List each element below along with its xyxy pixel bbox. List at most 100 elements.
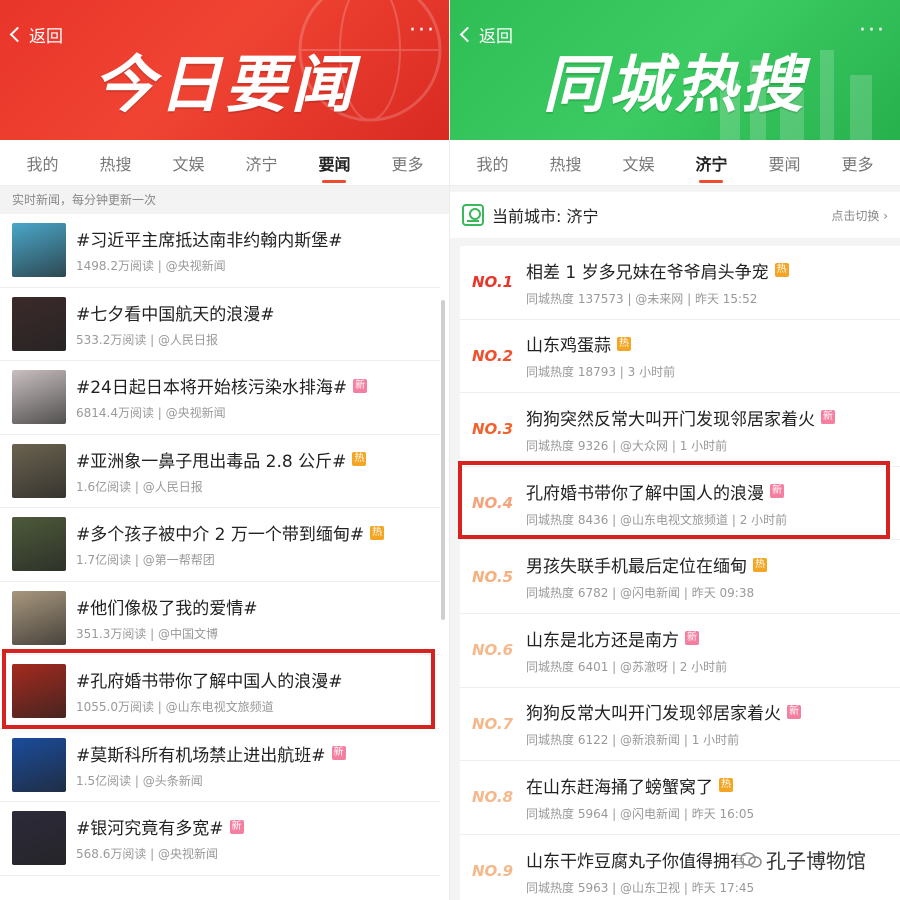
news-title-text: #多个孩子被中介 2 万一个带到缅甸# — [76, 525, 365, 546]
news-text: #24日起日本将开始核污染水排海# 新 6814.4万阅读 | @央视新闻 — [76, 373, 440, 421]
news-text: #莫斯科所有机场禁止进出航班# 新 1.5亿阅读 | @头条新闻 — [76, 741, 440, 789]
rank-label: NO.4 — [472, 494, 514, 513]
rank-label: NO.7 — [472, 714, 514, 733]
left-panel: 返回 ··· 今日要闻 我的 热搜 文娱 济宁 要闻 更多 实时新闻，每分钟更新一次 #习… — [0, 0, 450, 900]
news-row[interactable]: #24日起日本将开始核污染水排海# 新 6814.4万阅读 | @央视新闻 — [0, 361, 440, 435]
news-thumbnail — [12, 590, 66, 645]
hot-meta: 同城热度 18793 | 3 小时前 — [526, 365, 676, 380]
hot-title-text: 男孩失联手机最后定位在缅甸 — [526, 557, 747, 578]
news-title-text: #亚洲象一鼻子甩出毒品 2.8 公斤# — [76, 451, 347, 472]
tab-2[interactable]: 文娱 — [168, 143, 208, 183]
news-row[interactable]: #他们像极了我的爱情# 351.3万阅读 | @中国文博 — [0, 581, 440, 655]
news-row[interactable]: #多个孩子被中介 2 万一个带到缅甸# 热 1.7亿阅读 | @第一帮帮团 — [0, 508, 440, 582]
news-title-text: #莫斯科所有机场禁止进出航班# — [76, 745, 326, 766]
rank-label: NO.5 — [472, 567, 514, 586]
wechat-icon — [740, 851, 762, 868]
hot-text: 狗狗突然反常大叫开门发现邻居家着火新同城热度 9326 | @大众网 | 1 小… — [526, 405, 900, 454]
news-text: #七夕看中国航天的浪漫# 533.2万阅读 | @人民日报 — [76, 300, 440, 348]
left-header-banner: 返回 ··· 今日要闻 — [0, 0, 450, 140]
tab-5[interactable]: 更多 — [837, 143, 877, 183]
news-row[interactable]: #莫斯科所有机场禁止进出航班# 新 1.5亿阅读 | @头条新闻 — [0, 728, 440, 802]
news-meta: 6814.4万阅读 | @央视新闻 — [76, 406, 226, 421]
hot-search-row[interactable]: NO.5 男孩失联手机最后定位在缅甸热同城热度 6782 | @闪电新闻 | 昨天… — [460, 540, 900, 614]
page-title: 今日要闻 — [92, 48, 357, 121]
hot-search-row[interactable]: NO.7 狗狗反常大叫开门发现邻居家着火新同城热度 6122 | @新浪新闻 | … — [460, 688, 900, 762]
hot-title: 在山东赶海捅了螃蟹窝了热 — [526, 773, 900, 798]
news-thumbnail — [12, 517, 66, 572]
new-badge: 新 — [821, 410, 835, 425]
watermark: 孔子博物馆 — [736, 845, 870, 874]
news-title-text: #24日起日本将开始核污染水排海# — [76, 378, 348, 399]
hot-title: 山东鸡蛋蒜热 — [526, 331, 900, 356]
hot-text: 相差 1 岁多兄妹在爷爷肩头争宠热同城热度 137573 | @未来网 | 昨天… — [526, 258, 900, 307]
rank-label: NO.1 — [472, 273, 514, 292]
tab-1[interactable]: 热搜 — [95, 143, 135, 183]
hot-search-row[interactable]: NO.3 狗狗突然反常大叫开门发现邻居家着火新同城热度 9326 | @大众网 |… — [460, 393, 900, 467]
right-header-banner: 返回 ··· 同城热搜 — [450, 0, 900, 140]
news-title-text: #习近平主席抵达南非约翰内斯堡# — [76, 231, 343, 252]
news-row[interactable]: #习近平主席抵达南非约翰内斯堡# 1498.2万阅读 | @央视新闻 — [0, 214, 440, 288]
watermark-text: 孔子博物馆 — [766, 849, 866, 873]
tab-1[interactable]: 热搜 — [545, 143, 585, 183]
rank-label: NO.2 — [472, 346, 514, 365]
hot-badge: 热 — [370, 525, 385, 540]
tab-5[interactable]: 更多 — [387, 143, 427, 183]
new-badge: 新 — [229, 819, 244, 834]
news-title-text: #七夕看中国航天的浪漫# — [76, 304, 275, 325]
tab-3[interactable]: 济宁 — [691, 143, 731, 183]
news-meta: 533.2万阅读 | @人民日报 — [76, 332, 219, 347]
news-title: #莫斯科所有机场禁止进出航班# 新 — [76, 741, 440, 766]
news-meta: 1498.2万阅读 | @央视新闻 — [76, 259, 226, 274]
rank-label: NO.8 — [472, 788, 514, 807]
tab-0[interactable]: 我的 — [472, 143, 512, 183]
news-text: #他们像极了我的爱情# 351.3万阅读 | @中国文博 — [76, 594, 440, 642]
news-row[interactable]: #亚洲象一鼻子甩出毒品 2.8 公斤# 热 1.6亿阅读 | @人民日报 — [0, 434, 440, 508]
hot-text: 孔府婚书带你了解中国人的浪漫新同城热度 8436 | @山东电视文旅频道 | 2… — [526, 479, 900, 528]
hot-search-row[interactable]: NO.4 孔府婚书带你了解中国人的浪漫新同城热度 8436 | @山东电视文旅频道… — [460, 467, 900, 541]
hot-meta: 同城热度 6122 | @新浪新闻 | 1 小时前 — [526, 733, 740, 748]
hot-title-text: 狗狗突然反常大叫开门发现邻居家着火 — [526, 409, 815, 430]
news-text: #亚洲象一鼻子甩出毒品 2.8 公斤# 热 1.6亿阅读 | @人民日报 — [76, 447, 440, 495]
hot-meta: 同城热度 6401 | @苏澈呀 | 2 小时前 — [526, 659, 728, 674]
rank-label: NO.3 — [472, 420, 514, 439]
tab-0[interactable]: 我的 — [22, 143, 62, 183]
hot-text: 狗狗反常大叫开门发现邻居家着火新同城热度 6122 | @新浪新闻 | 1 小时… — [526, 699, 900, 748]
news-thumbnail — [12, 296, 66, 351]
news-text: #习近平主席抵达南非约翰内斯堡# 1498.2万阅读 | @央视新闻 — [76, 226, 440, 274]
news-row[interactable]: #七夕看中国航天的浪漫# 533.2万阅读 | @人民日报 — [0, 287, 440, 361]
hot-title-text: 山东是北方还是南方 — [526, 630, 679, 651]
hot-meta: 同城热度 5963 | @山东卫视 | 昨天 17:45 — [526, 880, 755, 895]
hot-title: 狗狗反常大叫开门发现邻居家着火新 — [526, 699, 900, 724]
tab-2[interactable]: 文娱 — [618, 143, 658, 183]
new-badge: 新 — [331, 746, 346, 761]
hot-search-row[interactable]: NO.1 相差 1 岁多兄妹在爷爷肩头争宠热同城热度 137573 | @未来网 … — [460, 246, 900, 320]
news-thumbnail — [12, 737, 66, 792]
news-title-text: #银河究竟有多宽# — [76, 819, 224, 840]
hot-search-row[interactable]: NO.8 在山东赶海捅了螃蟹窝了热同城热度 5964 | @闪电新闻 | 昨天 1… — [460, 761, 900, 835]
location-map-icon — [462, 204, 484, 226]
hot-text: 山东鸡蛋蒜热同城热度 18793 | 3 小时前 — [526, 331, 900, 380]
tab-3[interactable]: 济宁 — [241, 143, 281, 183]
hot-title-text: 狗狗反常大叫开门发现邻居家着火 — [526, 704, 781, 725]
hot-meta: 同城热度 6782 | @闪电新闻 | 昨天 09:38 — [526, 586, 755, 601]
hot-badge: 热 — [719, 778, 733, 793]
switch-city-link[interactable]: 点击切换 › — [831, 207, 888, 224]
hot-search-row[interactable]: NO.2 山东鸡蛋蒜热同城热度 18793 | 3 小时前 — [460, 320, 900, 394]
news-text: #孔府婚书带你了解中国人的浪漫# 1055.0万阅读 | @山东电视文旅频道 — [76, 667, 440, 715]
news-row[interactable]: #孔府婚书带你了解中国人的浪漫# 1055.0万阅读 | @山东电视文旅频道 — [0, 655, 440, 729]
news-meta: 1055.0万阅读 | @山东电视文旅频道 — [76, 700, 274, 715]
tab-4[interactable]: 要闻 — [764, 143, 804, 183]
hot-badge: 热 — [774, 263, 789, 278]
hot-text: 山东是北方还是南方新同城热度 6401 | @苏澈呀 | 2 小时前 — [526, 626, 900, 675]
hot-title-text: 山东鸡蛋蒜 — [526, 336, 611, 357]
hot-search-row[interactable]: NO.6 山东是北方还是南方新同城热度 6401 | @苏澈呀 | 2 小时前 — [460, 614, 900, 688]
news-row[interactable]: #银河究竟有多宽# 新 568.6万阅读 | @央视新闻 — [0, 802, 440, 876]
hot-title-text: 在山东赶海捅了螃蟹窝了 — [526, 777, 713, 798]
new-badge: 新 — [685, 631, 699, 646]
news-meta: 1.6亿阅读 | @人民日报 — [76, 479, 203, 494]
hot-title-text: 山东干炸豆腐丸子你值得拥有 — [526, 851, 747, 872]
hot-badge: 热 — [352, 452, 367, 467]
new-badge: 新 — [353, 378, 368, 393]
scrollbar[interactable] — [441, 300, 445, 620]
tab-4[interactable]: 要闻 — [314, 143, 354, 183]
